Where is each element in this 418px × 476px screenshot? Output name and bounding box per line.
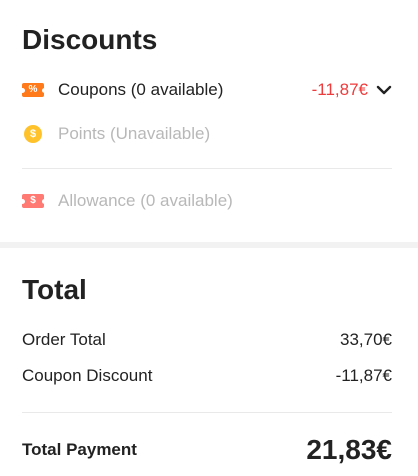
total-heading: Total [22,274,87,305]
discounts-heading: Discounts [22,24,158,55]
total-section: Total Order Total 33,70€ Coupon Discount… [0,248,418,476]
coupon-amount: -11,87€ [311,80,368,99]
discounts-section: Discounts % Coupons (0 available) -11,87… [0,0,418,242]
points-row: $ Points (Unavailable) [22,124,392,144]
total-divider [22,412,392,413]
points-label: Points (Unavailable) [58,124,211,143]
total-payment-value: 21,83€ [306,434,392,465]
allowance-row: $ Allowance (0 available) [19,191,392,211]
points-icon-glyph: $ [29,128,37,140]
order-total-row: Order Total 33,70€ [22,330,392,350]
discounts-divider [22,168,392,169]
chevron-down-icon[interactable] [376,84,392,96]
coupon-icon-glyph: % [28,84,38,95]
allowance-ticket-icon: $ [19,194,47,208]
total-payment-label: Total Payment [22,440,137,459]
order-total-label: Order Total [22,330,106,349]
coupon-discount-value: -11,87€ [335,366,392,385]
order-total-value: 33,70€ [340,330,392,349]
allowance-icon-glyph: $ [30,195,36,206]
coupon-discount-label: Coupon Discount [22,366,153,385]
total-payment-row: Total Payment 21,83€ [22,434,392,466]
coupons-label: Coupons (0 available) [58,80,224,99]
coupon-discount-row: Coupon Discount -11,87€ [22,366,392,386]
points-coin-icon: $ [24,125,42,143]
coupon-percent-icon: % [19,83,47,97]
allowance-label: Allowance (0 available) [58,191,233,210]
coupons-row[interactable]: % Coupons (0 available) -11,87€ [19,80,392,100]
